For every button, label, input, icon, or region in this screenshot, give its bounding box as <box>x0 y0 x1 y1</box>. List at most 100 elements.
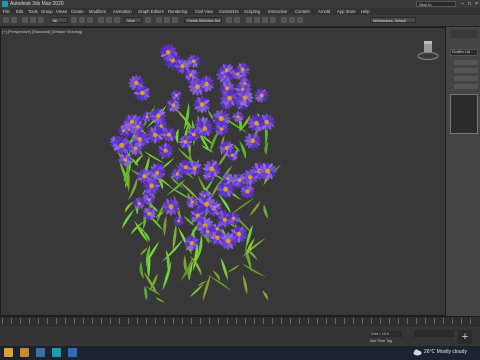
menu-customize[interactable]: Customize <box>219 9 239 14</box>
browser-icon[interactable] <box>68 348 77 357</box>
flower-bush-render <box>109 43 282 303</box>
material-editor-icon[interactable] <box>270 17 276 23</box>
curve-editor-icon[interactable] <box>254 17 260 23</box>
leaf-shape <box>156 297 166 303</box>
snap-icon[interactable] <box>156 17 162 23</box>
menu-scripting[interactable]: Scripting <box>244 9 260 14</box>
perspective-viewport[interactable]: [+] [Perspective] [Standard] [Default Sh… <box>0 27 446 316</box>
percent-snap-icon[interactable] <box>172 17 178 23</box>
sign-in-field[interactable]: Sign In <box>416 1 456 7</box>
pivot-icon[interactable] <box>145 17 151 23</box>
flower <box>254 88 270 103</box>
minimize-icon[interactable]: – <box>459 0 466 8</box>
leaf-shape <box>161 239 183 263</box>
title-bar <box>0 0 480 8</box>
start-icon[interactable] <box>4 348 13 357</box>
modifier-stack[interactable] <box>450 94 478 134</box>
flower <box>244 132 262 150</box>
leaf-shape <box>220 257 228 281</box>
playback-controls[interactable] <box>414 330 454 337</box>
weather-temp: 26°C <box>424 349 436 355</box>
align-icon[interactable] <box>234 17 240 23</box>
close-icon[interactable]: × <box>473 0 480 8</box>
menu-content[interactable]: Content <box>295 9 310 14</box>
menu-graph-editors[interactable]: Graph Editors <box>138 9 164 14</box>
menu-file[interactable]: File <box>3 9 10 14</box>
command-panel-tabs[interactable] <box>450 30 478 38</box>
menu-views[interactable]: Views <box>56 9 67 14</box>
panel-field[interactable] <box>454 60 478 65</box>
leaf-shape <box>134 220 149 244</box>
reference-coordinate-dropdown[interactable]: View <box>124 17 142 23</box>
flower <box>166 98 181 113</box>
menu-tools[interactable]: Tools <box>28 9 38 14</box>
menu-rendering[interactable]: Rendering <box>168 9 187 14</box>
scale-icon[interactable] <box>114 17 120 23</box>
modifier-list-dropdown[interactable]: Modifier List <box>450 49 478 56</box>
region-select-icon[interactable] <box>87 17 93 23</box>
leaf-shape <box>144 285 148 301</box>
select-icon[interactable] <box>71 17 77 23</box>
folder-icon[interactable] <box>20 348 29 357</box>
selection-filter-dropdown[interactable]: All <box>50 17 68 23</box>
panel-field[interactable] <box>454 84 478 89</box>
bind-icon[interactable] <box>38 17 44 23</box>
flower <box>157 142 174 159</box>
link-icon[interactable] <box>22 17 28 23</box>
menu-group[interactable]: Group <box>41 9 53 14</box>
panel-field[interactable] <box>454 76 478 81</box>
viewcube-icon[interactable] <box>416 38 440 62</box>
redo-icon[interactable] <box>11 17 17 23</box>
flower <box>173 215 184 227</box>
layer-icon[interactable] <box>246 17 252 23</box>
menu-animation[interactable]: Animation <box>113 9 132 14</box>
leaf-shape <box>241 263 267 278</box>
flower <box>232 110 244 123</box>
menu-create[interactable]: Create <box>71 9 84 14</box>
select-by-name-icon[interactable] <box>79 17 85 23</box>
timeline-ticks <box>2 318 478 324</box>
angle-snap-icon[interactable] <box>164 17 170 23</box>
menu-interactive[interactable]: Interactive <box>268 9 287 14</box>
render-icon[interactable] <box>297 17 303 23</box>
cloud-icon <box>413 349 422 356</box>
leaf-shape <box>249 200 261 217</box>
leaf-shape <box>140 247 148 256</box>
render-setup-icon[interactable] <box>281 17 287 23</box>
menu-bar: File Edit Tools Group Views Create Modif… <box>0 8 480 15</box>
panel-field[interactable] <box>454 68 478 73</box>
menu-edit[interactable]: Edit <box>16 9 23 14</box>
unlink-icon[interactable] <box>30 17 36 23</box>
leaf-shape <box>202 274 211 302</box>
menu-help[interactable]: Help <box>361 9 370 14</box>
flower <box>211 109 231 128</box>
menu-civil-view[interactable]: Civil View <box>195 9 213 14</box>
rotate-icon[interactable] <box>106 17 112 23</box>
leaf-shape <box>163 215 167 237</box>
menu-app-store[interactable]: App Store <box>337 9 356 14</box>
leaf-shape <box>162 260 172 291</box>
menu-arnold[interactable]: Arnold <box>318 9 330 14</box>
menu-modifiers[interactable]: Modifiers <box>89 9 106 14</box>
move-icon[interactable] <box>98 17 104 23</box>
undo-icon[interactable] <box>3 17 9 23</box>
main-toolbar: All View Create Selection Set Workspaces… <box>0 15 480 27</box>
add-time-tag[interactable]: Add Time Tag <box>370 339 392 343</box>
leaf-shape <box>139 261 144 280</box>
leaf-shape <box>264 141 269 156</box>
workspace-dropdown[interactable]: Workspaces: Default <box>370 17 416 23</box>
leaf-shape <box>226 264 240 274</box>
flower <box>240 184 255 199</box>
store-icon[interactable] <box>36 348 45 357</box>
maximize-icon[interactable]: □ <box>466 0 473 8</box>
schematic-icon[interactable] <box>262 17 268 23</box>
app-icon[interactable] <box>52 348 61 357</box>
zoom-extents-icon[interactable]: + <box>458 330 472 344</box>
leaf-shape <box>212 270 221 281</box>
mirror-icon[interactable] <box>226 17 232 23</box>
selection-set-dropdown[interactable]: Create Selection Set <box>184 17 222 23</box>
flower <box>161 197 181 216</box>
leaf-shape <box>121 208 135 230</box>
render-frame-icon[interactable] <box>289 17 295 23</box>
leaf-shape <box>263 204 269 219</box>
